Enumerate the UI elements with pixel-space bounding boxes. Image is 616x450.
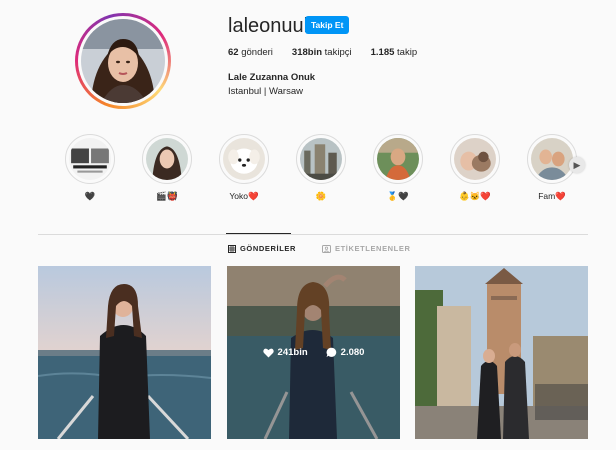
post-hover-overlay: 241bin 2.080 <box>227 266 400 439</box>
following-label: takip <box>397 47 418 58</box>
highlight-ring <box>219 134 269 184</box>
post-image <box>38 266 211 439</box>
heart-icon <box>262 348 274 358</box>
highlight-ring <box>373 134 423 184</box>
followers-stat[interactable]: 318bin takipçi <box>292 47 352 58</box>
likes-count: 241bin <box>277 347 308 358</box>
follow-button[interactable]: Takip Et <box>305 16 350 34</box>
following-count: 1.185 <box>370 47 395 58</box>
highlight-item[interactable]: 🎬👹 <box>137 134 197 203</box>
followers-count: 318bin <box>291 47 323 58</box>
highlight-cover-city <box>300 138 342 180</box>
comment-icon <box>326 347 336 358</box>
bio: Istanbul | Warsaw <box>228 86 303 97</box>
tabs-divider <box>38 234 588 235</box>
likes-stat: 241bin <box>262 347 308 358</box>
comments-count: 2.080 <box>340 347 365 358</box>
highlight-item[interactable]: 👶🐱❤️ <box>445 134 505 203</box>
highlight-ring <box>142 134 192 184</box>
username: laleonuuk <box>228 15 314 37</box>
post-image <box>415 266 588 439</box>
posts-count: 62 <box>228 47 239 58</box>
highlight-cover-family <box>531 138 573 180</box>
highlight-label: Fam❤️ <box>538 191 566 201</box>
avatar-photo <box>81 19 165 103</box>
comments-stat: 2.080 <box>326 347 365 358</box>
highlight-cover-portrait <box>146 138 188 180</box>
tab-posts-label: GÖNDERİLER <box>240 244 297 253</box>
highlights-next-icon[interactable]: ▶ <box>569 157 585 173</box>
highlight-ring <box>450 134 500 184</box>
avatar-inner <box>78 16 168 106</box>
tab-posts[interactable]: GÖNDERİLER <box>228 244 296 253</box>
highlight-item[interactable]: 🥇🖤 <box>368 134 428 203</box>
posts-stat: 62 gönderi <box>228 47 273 58</box>
story-highlights: 🖤 🎬👹 Yoko❤️ 🌼 🥇🖤 👶🐱❤️ Fam❤️ ▶ <box>60 134 590 209</box>
highlight-label: 🥇🖤 <box>387 191 409 201</box>
highlight-label: 🖤 <box>84 191 96 201</box>
highlight-label: Yoko❤️ <box>229 191 259 201</box>
active-tab-indicator <box>226 233 291 234</box>
highlight-label: 🌼 <box>315 191 327 201</box>
post-thumbnail[interactable] <box>38 266 211 439</box>
highlight-label: 🎬👹 <box>156 191 178 201</box>
highlight-cover-pets <box>454 138 496 180</box>
highlight-cover-collage <box>69 138 111 180</box>
highlight-cover-dog <box>223 138 265 180</box>
highlight-item[interactable]: 🖤 <box>60 134 120 203</box>
profile-avatar[interactable] <box>75 13 171 109</box>
profile-stats: 62 gönderi 318bin takipçi 1.185 takip <box>228 47 417 58</box>
full-name: Lale Zuzanna Onuk <box>228 72 316 83</box>
highlight-item[interactable]: 🌼 <box>291 134 351 203</box>
post-thumbnail[interactable]: 241bin 2.080 <box>227 266 400 439</box>
highlight-item[interactable]: Yoko❤️ <box>214 134 274 203</box>
grid-icon <box>228 244 236 253</box>
highlight-label: 👶🐱❤️ <box>459 191 491 201</box>
post-thumbnail[interactable] <box>415 266 588 439</box>
following-stat[interactable]: 1.185 takip <box>371 47 418 58</box>
highlight-cover-friend <box>377 138 419 180</box>
highlight-ring <box>296 134 346 184</box>
tab-tagged-label: ETİKETLENENLER <box>335 244 411 253</box>
followers-label: takipçi <box>324 47 352 58</box>
posts-label: gönderi <box>241 47 273 58</box>
highlight-ring <box>527 134 577 184</box>
highlight-ring <box>65 134 115 184</box>
tab-tagged[interactable]: ETİKETLENENLER <box>322 244 411 253</box>
tagged-icon <box>322 244 331 253</box>
